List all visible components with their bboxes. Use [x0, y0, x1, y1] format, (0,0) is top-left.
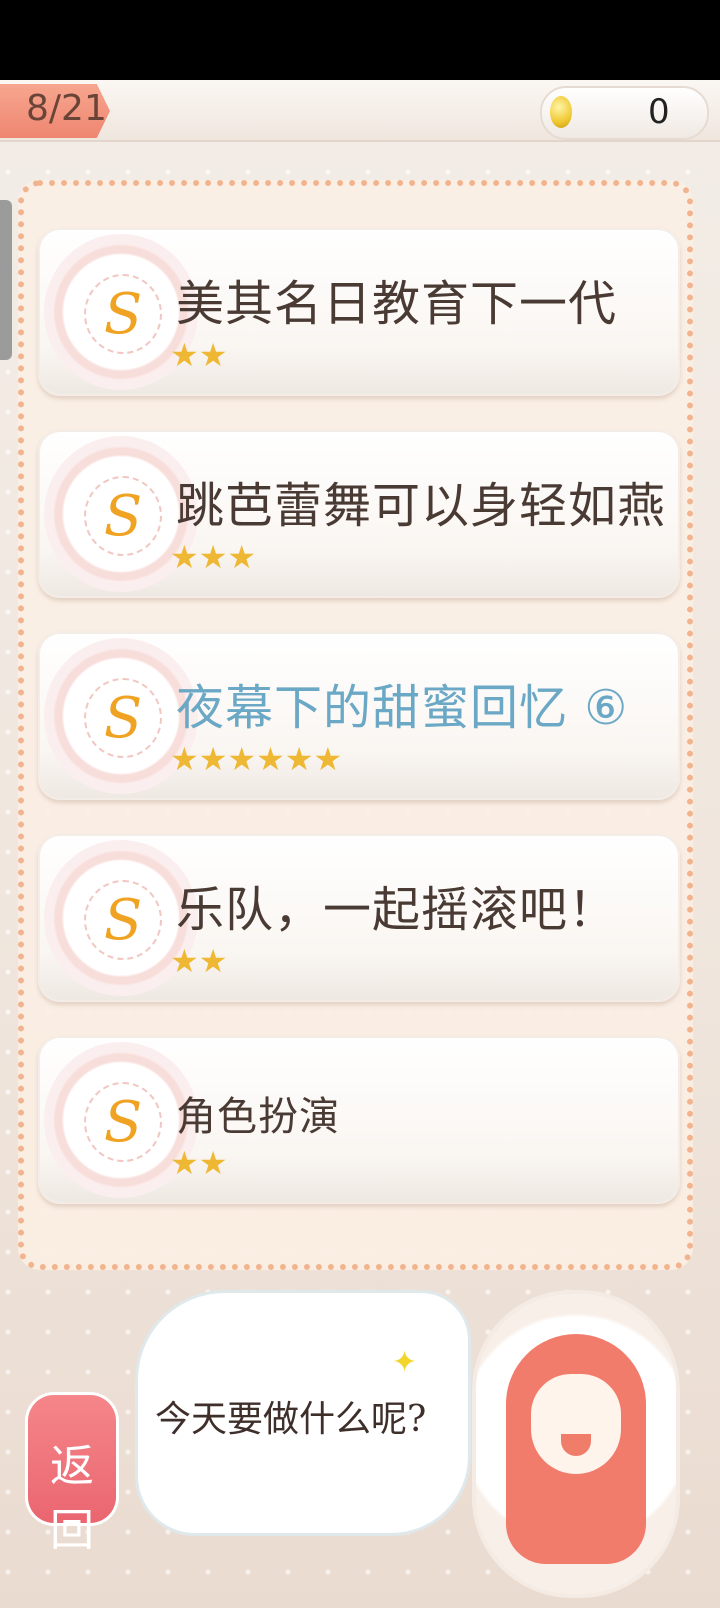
task-title: 夜幕下的甜蜜回忆 ⑥ — [176, 680, 629, 736]
coin-icon — [550, 96, 572, 128]
task-item[interactable]: S 跳芭蕾舞可以身轻如燕 ★★★ — [38, 430, 680, 598]
star-sparkle-icon: ✦ — [392, 1345, 418, 1380]
task-title: 跳芭蕾舞可以身轻如燕 — [176, 478, 667, 534]
task-item[interactable]: S 美其名日教育下一代 ★★ — [38, 228, 680, 396]
coin-count: 0 — [648, 92, 670, 132]
task-stars: ★★ — [170, 336, 228, 374]
side-scroll-handle[interactable] — [0, 200, 12, 360]
status-bar — [0, 0, 720, 80]
task-stars: ★★★ — [170, 538, 257, 576]
swirl-s-icon: S — [103, 686, 143, 751]
task-stars: ★★ — [170, 942, 228, 980]
back-button-label: 返回 — [50, 1441, 94, 1556]
task-item[interactable]: S 乐队，一起摇滚吧！ ★★ — [38, 834, 680, 1002]
progress-counter: 8/21 — [26, 88, 107, 129]
swirl-s-icon: S — [103, 484, 143, 549]
swirl-s-icon: S — [103, 888, 143, 953]
task-item[interactable]: S 角色扮演 ★★ — [38, 1036, 680, 1204]
task-title: 乐队，一起摇滚吧！ — [176, 882, 618, 938]
swirl-s-icon: S — [103, 282, 143, 347]
character-avatar[interactable] — [472, 1290, 680, 1598]
task-title: 美其名日教育下一代 — [176, 276, 618, 332]
task-title: 角色扮演 — [176, 1094, 340, 1140]
task-stars: ★★★★★★ — [170, 740, 343, 778]
task-item-active[interactable]: S 夜幕下的甜蜜回忆 ⑥ ★★★★★★ — [38, 632, 680, 800]
swirl-s-icon: S — [103, 1090, 143, 1155]
speech-text: 今天要做什么呢? — [155, 1399, 427, 1440]
task-stars: ★★ — [170, 1144, 228, 1182]
